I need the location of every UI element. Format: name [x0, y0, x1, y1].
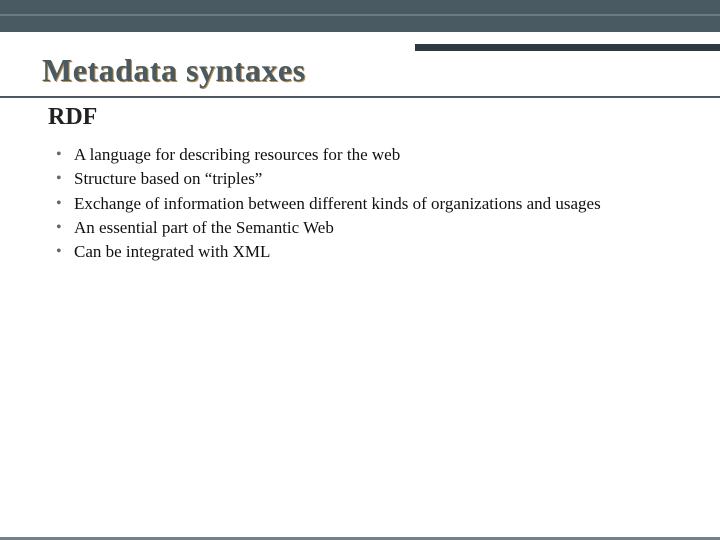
bullet-icon: • [56, 193, 74, 214]
bullet-list: • A language for describing resources fo… [56, 144, 696, 265]
bullet-icon: • [56, 168, 74, 189]
bullet-text: Structure based on “triples” [74, 168, 262, 189]
bullet-icon: • [56, 217, 74, 238]
bullet-text: Can be integrated with XML [74, 241, 270, 262]
bullet-text: A language for describing resources for … [74, 144, 400, 165]
bullet-text: Exchange of information between differen… [74, 193, 601, 214]
accent-line [415, 44, 720, 51]
list-item: • Can be integrated with XML [56, 241, 696, 262]
header-bar [0, 0, 720, 32]
list-item: • A language for describing resources fo… [56, 144, 696, 165]
bullet-icon: • [56, 241, 74, 262]
bullet-text: An essential part of the Semantic Web [74, 217, 334, 238]
list-item: • An essential part of the Semantic Web [56, 217, 696, 238]
header-bar-line [0, 14, 720, 16]
slide-subtitle: RDF [48, 104, 97, 131]
list-item: • Exchange of information between differ… [56, 193, 696, 214]
list-item: • Structure based on “triples” [56, 168, 696, 189]
bullet-icon: • [56, 144, 74, 165]
title-underline [0, 96, 720, 98]
slide-title: Metadata syntaxes [42, 52, 306, 89]
